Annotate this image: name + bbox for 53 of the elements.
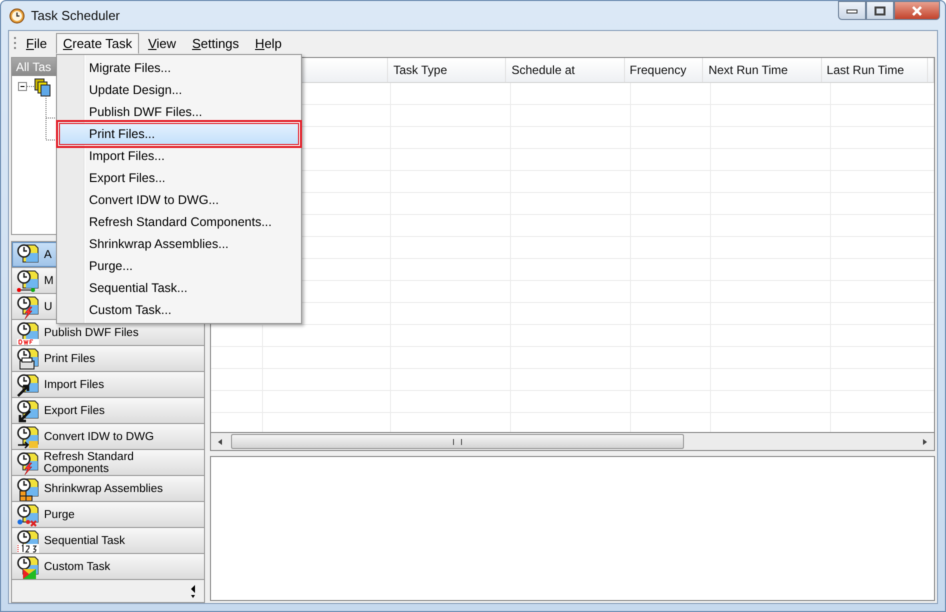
menu-option[interactable]: Shrinkwrap Assemblies... (59, 233, 299, 255)
menu-option[interactable]: Custom Task... (59, 299, 299, 321)
menu-item[interactable]: Help (248, 32, 289, 54)
task-button[interactable]: Import Files (12, 372, 204, 398)
task-icon (16, 476, 40, 500)
menu-option[interactable]: Convert IDW to DWG... (59, 189, 299, 211)
horizontal-scrollbar[interactable] (210, 433, 935, 451)
task-icon (16, 528, 40, 552)
close-button[interactable] (894, 1, 940, 20)
task-icon (16, 320, 40, 344)
task-icon (16, 294, 40, 318)
menu-option[interactable]: Update Design... (59, 79, 299, 101)
grip-icon (14, 37, 17, 49)
task-icon (16, 372, 40, 396)
menu-option[interactable]: Refresh Standard Components... (59, 211, 299, 233)
menu-option[interactable]: Purge... (59, 255, 299, 277)
task-icon (16, 398, 40, 422)
task-icon (16, 346, 40, 370)
maximize-icon (874, 6, 886, 16)
close-icon (910, 6, 924, 16)
column-header[interactable]: Next Run Time (703, 58, 822, 82)
task-button[interactable]: Print Files (12, 346, 204, 372)
minimize-button[interactable] (838, 1, 866, 20)
task-icon (16, 502, 40, 526)
task-button[interactable]: Sequential Task (12, 528, 204, 554)
task-icon (16, 450, 40, 474)
task-icon (16, 268, 40, 292)
task-button[interactable]: Shrinkwrap Assemblies (12, 476, 204, 502)
column-header[interactable]: Schedule at (506, 58, 625, 82)
menu-option[interactable]: Export Files... (59, 167, 299, 189)
menu-option[interactable]: Print Files... (59, 123, 299, 145)
task-button[interactable]: Convert IDW to DWG (12, 424, 204, 450)
menu-option[interactable]: Sequential Task... (59, 277, 299, 299)
column-header[interactable]: Task Type (388, 58, 506, 82)
menu-option[interactable]: Import Files... (59, 145, 299, 167)
clock-icon (9, 8, 25, 24)
menu-option[interactable]: Publish DWF Files... (59, 101, 299, 123)
menu-item[interactable]: Settings (185, 32, 246, 54)
minimize-icon (846, 8, 858, 14)
column-header[interactable]: Last Run Time (822, 58, 928, 82)
task-icon (16, 424, 40, 448)
task-button[interactable]: Custom Task (12, 554, 204, 580)
menu-item[interactable]: File (19, 32, 54, 54)
menu-item[interactable]: View (141, 32, 184, 54)
task-icon (16, 554, 40, 578)
menu-item[interactable]: Create Task (56, 32, 140, 54)
task-button[interactable]: Purge (12, 502, 204, 528)
task-button[interactable]: Refresh Standard Components (12, 450, 204, 476)
column-header[interactable]: Frequency (624, 58, 704, 82)
maximize-button[interactable] (866, 1, 894, 20)
arrow-icon[interactable] (190, 583, 196, 599)
task-button[interactable]: Export Files (12, 398, 204, 424)
window-title: Task Scheduler (31, 8, 120, 23)
